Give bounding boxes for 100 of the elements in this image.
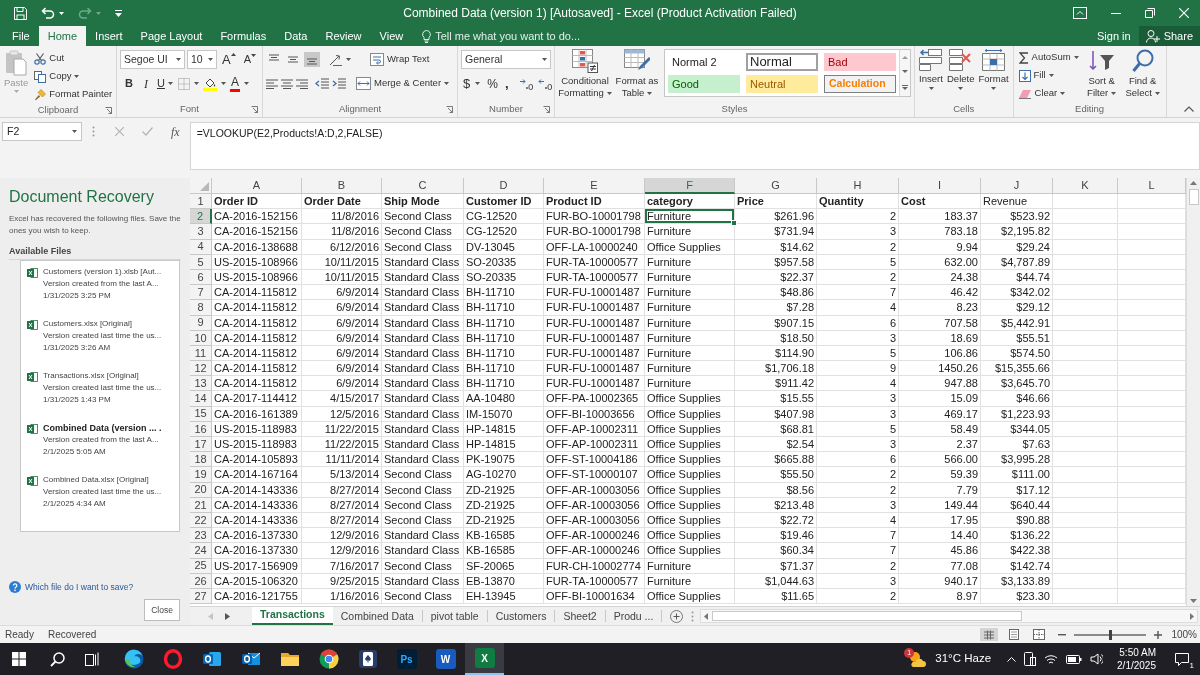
file-name[interactable]: Combined Data (version ... . [43, 422, 162, 434]
restore-icon[interactable] [1145, 8, 1155, 18]
ribbon-tab[interactable]: Formulas [211, 26, 276, 46]
format-as-table-button[interactable]: Format as Table [614, 49, 660, 99]
minimize-icon[interactable] [1111, 12, 1121, 14]
sheet-tab[interactable]: Produ ... [605, 610, 663, 622]
scroll-up-icon[interactable] [902, 55, 908, 59]
ribbon-tab[interactable]: Review [316, 26, 371, 46]
weather-text[interactable]: 31°C Haze [935, 650, 992, 668]
ribbon-tab[interactable]: View [370, 26, 413, 46]
row-header[interactable]: 23 [190, 528, 212, 544]
sheet-tab[interactable]: Sheet2 [555, 610, 606, 622]
share-button[interactable]: Share [1138, 26, 1200, 46]
launcher-icon[interactable] [543, 106, 550, 113]
close-icon[interactable] [1179, 8, 1189, 18]
caret-icon[interactable] [475, 82, 481, 85]
slider-thumb[interactable] [1108, 629, 1112, 640]
ribbon-tab[interactable]: Insert [86, 26, 132, 46]
row-header[interactable]: 13 [190, 376, 212, 392]
grow-font-button[interactable]: A [219, 50, 239, 69]
row-header[interactable]: 14 [190, 391, 212, 407]
taskbar-button[interactable]: X [465, 643, 504, 675]
launcher-icon[interactable] [446, 106, 453, 113]
scrollbar-thumb[interactable] [1188, 189, 1199, 205]
column-header[interactable]: D [464, 178, 544, 194]
windows-logo-icon[interactable] [12, 652, 26, 666]
row-header[interactable]: 17 [190, 437, 212, 453]
sort-filter-button[interactable]: Sort & Filter [1083, 49, 1120, 99]
fill-handle[interactable] [731, 220, 737, 227]
close-button[interactable]: Close [144, 599, 180, 621]
row-header[interactable]: 19 [190, 467, 212, 483]
scroll-down-icon[interactable] [902, 70, 908, 74]
scroll-right-icon[interactable] [1190, 612, 1194, 620]
app-tile[interactable]: X [474, 648, 495, 668]
clock-date[interactable]: 2/1/2025 [1117, 659, 1156, 672]
next-sheet-icon[interactable] [225, 612, 230, 620]
mail-tile-icon[interactable] [201, 649, 222, 669]
caret-icon[interactable] [346, 58, 351, 61]
copy-button[interactable]: Copy [32, 68, 115, 85]
increase-decimal-icon[interactable] [518, 77, 533, 90]
column-header[interactable]: F [645, 178, 735, 194]
launcher-icon[interactable] [105, 107, 112, 114]
insert-button[interactable]: Insert [918, 49, 944, 90]
launcher-icon[interactable] [251, 106, 258, 113]
app-tile[interactable]: W [435, 649, 456, 669]
sheet-tab[interactable]: Transactions [252, 607, 333, 625]
clock-time[interactable]: 5:50 AM [1119, 646, 1156, 659]
phone-icon[interactable] [1024, 652, 1037, 666]
scroll-down-icon[interactable] [1190, 599, 1197, 603]
swirl-icon[interactable] [123, 649, 144, 669]
name-box[interactable]: F2 [2, 122, 82, 141]
align-left-icon[interactable] [266, 78, 278, 89]
undo-icon[interactable] [41, 7, 55, 19]
delete-button[interactable]: Delete [946, 49, 976, 90]
column-header[interactable]: B [302, 178, 382, 194]
row-header[interactable]: 1 [190, 194, 212, 210]
drag-handle-icon[interactable] [92, 126, 95, 137]
column-header[interactable]: L [1118, 178, 1186, 194]
sheet-tab[interactable]: Customers [487, 610, 556, 622]
file-name[interactable]: Combined Data.xlsx [Original] [43, 474, 162, 486]
increase-indent-icon[interactable] [332, 78, 346, 89]
row-header[interactable]: 8 [190, 300, 212, 316]
number-format-dropdown[interactable]: General [461, 50, 551, 69]
row-header[interactable]: 7 [190, 285, 212, 301]
app-tile[interactable]: Ps [396, 649, 417, 669]
ring-icon[interactable] [162, 649, 183, 669]
file-name[interactable]: Transactions.xlsx [Original] [43, 370, 162, 382]
font-color-button[interactable]: A [229, 75, 240, 92]
autosum-button[interactable]: AutoSum [1016, 49, 1081, 66]
weather-icon[interactable] [907, 650, 928, 668]
percent-button[interactable]: % [487, 75, 498, 92]
align-right-icon[interactable] [296, 78, 308, 89]
merge-center-button[interactable]: Merge & Center [354, 75, 452, 92]
normal-view-icon[interactable] [980, 628, 999, 641]
ribbon-tab[interactable]: File [3, 26, 39, 46]
ribbon-tab[interactable]: Home [38, 26, 87, 46]
caret-icon[interactable] [193, 82, 199, 85]
sheet-tab[interactable]: Combined Data [332, 610, 423, 622]
task-view-icon[interactable] [85, 652, 99, 666]
more-styles-icon[interactable] [902, 85, 908, 91]
find-select-button[interactable]: Find & Select [1122, 49, 1163, 99]
conditional-formatting-button[interactable]: Conditional Formatting [558, 49, 612, 99]
shrink-font-button[interactable]: A [240, 50, 259, 69]
horizontal-scrollbar[interactable] [700, 609, 1198, 623]
cell-style[interactable]: Bad [824, 53, 896, 71]
ribbon-display-icon[interactable] [1073, 7, 1087, 19]
column-header[interactable]: C [382, 178, 464, 194]
decrease-indent-icon[interactable] [315, 78, 329, 89]
zoom-out-icon[interactable] [1058, 633, 1067, 636]
ribbon-tab[interactable]: Data [275, 26, 317, 46]
font-size-dropdown[interactable]: 10 [186, 50, 217, 69]
row-header[interactable]: 12 [190, 361, 212, 377]
scroll-left-icon[interactable] [704, 612, 709, 620]
column-header[interactable]: G [735, 178, 817, 194]
customize-icon[interactable] [115, 9, 122, 17]
scroll-up-icon[interactable] [1190, 181, 1197, 185]
font-name-dropdown[interactable]: Segoe UI [120, 50, 185, 69]
comma-button[interactable]: , [502, 75, 511, 92]
save-icon[interactable] [14, 6, 27, 20]
search-icon[interactable] [50, 651, 65, 667]
